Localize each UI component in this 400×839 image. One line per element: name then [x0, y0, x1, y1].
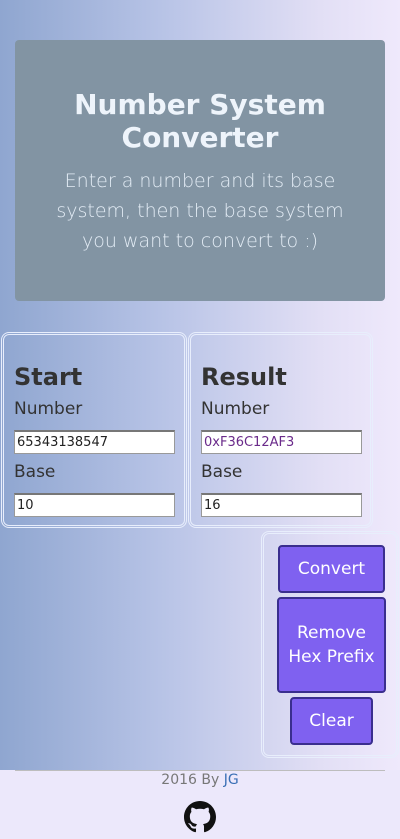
- start-panel: Start Number Base: [1, 332, 187, 528]
- actions-panel: Convert Remove Hex Prefix Clear: [261, 531, 399, 758]
- github-icon[interactable]: [184, 801, 216, 833]
- start-heading: Start: [14, 363, 83, 391]
- remove-hex-prefix-button[interactable]: Remove Hex Prefix: [277, 597, 386, 693]
- result-heading: Result: [201, 363, 287, 391]
- page-subtitle: Enter a number and its base system, then…: [56, 170, 344, 252]
- result-base-input[interactable]: [201, 493, 362, 517]
- convert-button[interactable]: Convert: [278, 545, 385, 593]
- page-title: Number System Converter: [74, 88, 326, 154]
- result-number-label: Number: [201, 399, 270, 419]
- clear-button[interactable]: Clear: [290, 697, 373, 745]
- author-link[interactable]: JG: [224, 772, 239, 788]
- start-number-input[interactable]: [14, 430, 175, 454]
- start-base-input[interactable]: [14, 493, 175, 517]
- result-panel: Result Number Base: [188, 332, 373, 528]
- footer-divider: [15, 770, 385, 771]
- hero-banner: Number System Converter Enter a number a…: [15, 40, 385, 301]
- credit-text: 2016 By: [161, 772, 224, 788]
- footer-credit: 2016 By JG: [0, 772, 400, 788]
- start-number-label: Number: [14, 399, 83, 419]
- footer: 2016 By JG: [0, 770, 400, 839]
- result-number-input[interactable]: [201, 430, 362, 454]
- start-base-label: Base: [14, 462, 56, 482]
- result-base-label: Base: [201, 462, 243, 482]
